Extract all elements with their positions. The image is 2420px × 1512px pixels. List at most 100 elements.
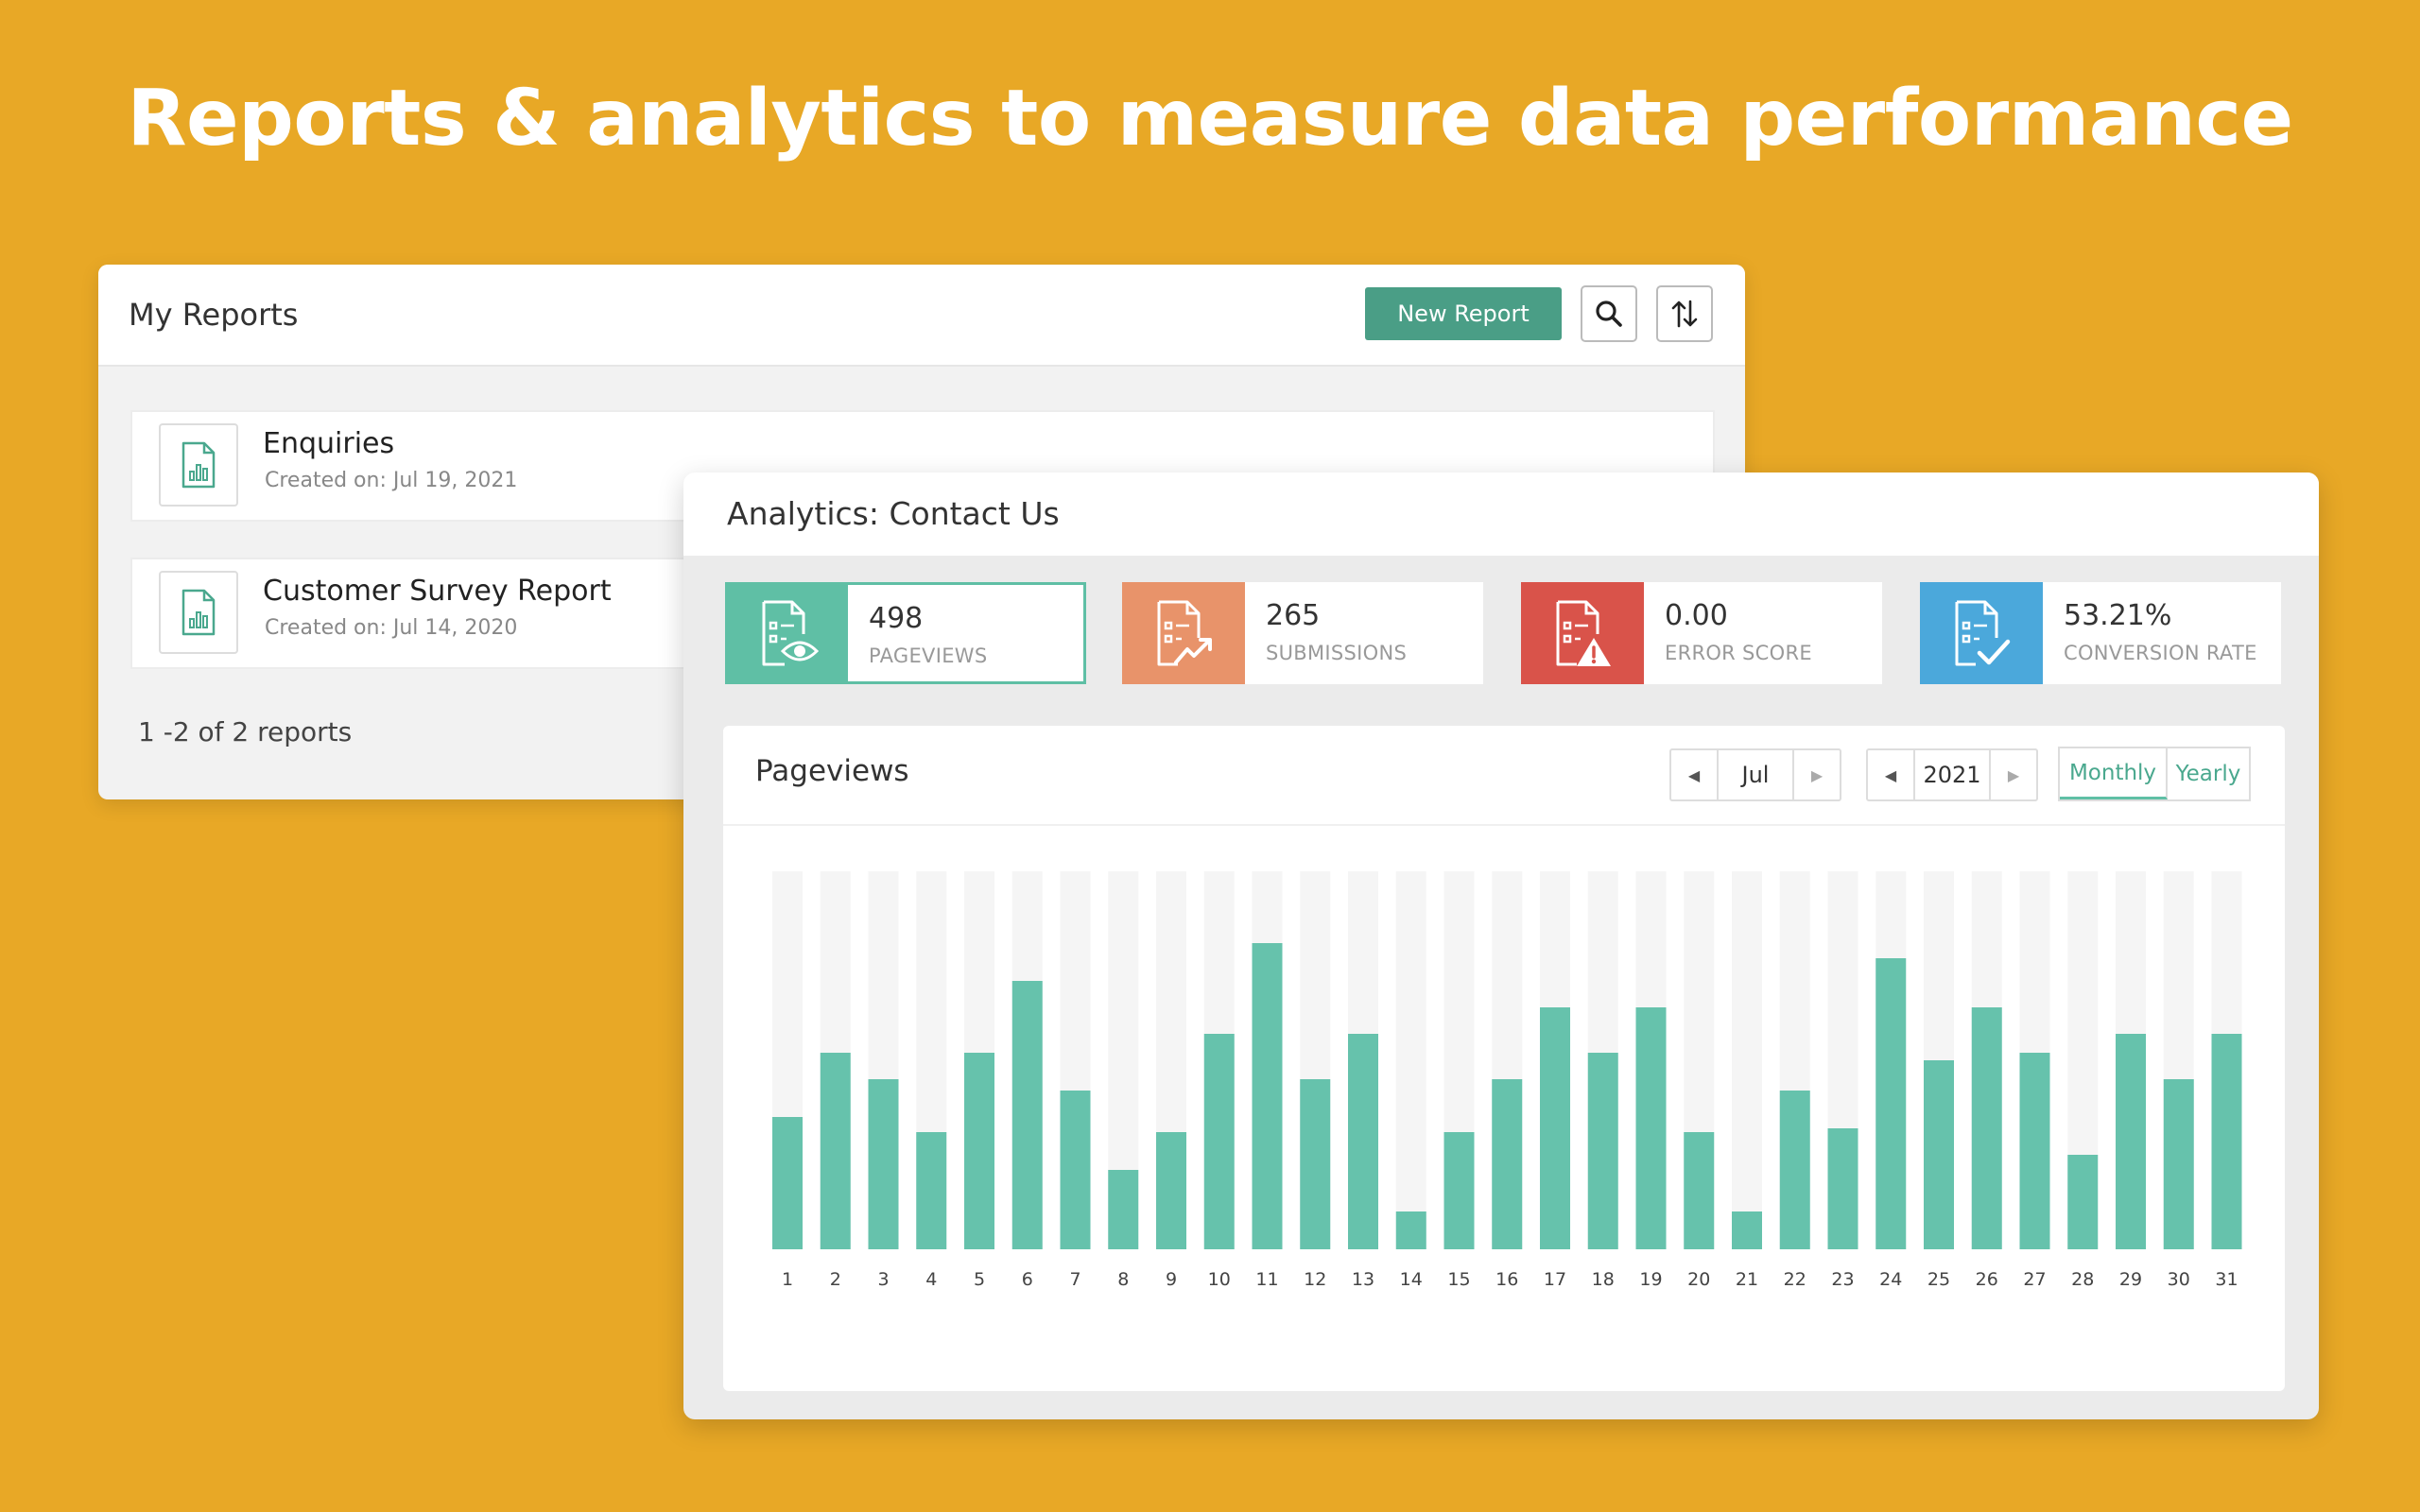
x-tick-label: 17 [1544,1269,1566,1290]
x-tick-label: 16 [1495,1269,1518,1290]
x-tick-label: 9 [1166,1269,1177,1290]
caret-right-icon: ▶ [2007,765,2020,784]
x-tick-label: 1 [782,1269,793,1290]
chart-bar[interactable] [1492,1079,1523,1249]
stat-value: 0.00 [1665,599,1728,632]
chart-bar[interactable] [916,1132,947,1249]
report-name: Customer Survey Report [263,575,612,608]
chart-bar[interactable] [1060,1091,1091,1249]
x-tick-label: 31 [2215,1269,2238,1290]
yearly-toggle[interactable]: Yearly [2168,748,2249,799]
chart-bar[interactable] [1300,1079,1331,1249]
search-button[interactable] [1581,285,1637,342]
chart-bar[interactable] [1876,958,1907,1249]
monthly-toggle[interactable]: Monthly [2060,748,2168,799]
report-file-icon [159,571,238,654]
x-tick-label: 18 [1592,1269,1615,1290]
document-warning-icon [1521,582,1644,684]
chart-bar[interactable] [1540,1007,1570,1249]
chart-title: Pageviews [755,754,909,788]
x-tick-label: 25 [1927,1269,1950,1290]
x-tick-label: 21 [1736,1269,1758,1290]
new-report-button[interactable]: New Report [1365,287,1562,340]
x-tick-label: 6 [1022,1269,1033,1290]
chart-bar[interactable] [1395,1211,1426,1249]
caret-right-icon: ▶ [1810,765,1824,784]
prev-year-button[interactable]: ◀ [1868,750,1915,799]
chart-bar[interactable] [2116,1034,2146,1249]
pageviews-chart-card: Pageviews ◀ Jul ▶ ◀ 2021 ▶ Monthly Yearl… [723,726,2285,1391]
my-reports-header: My Reports New Report [98,265,1745,367]
report-file-icon [159,423,238,507]
chart-bar[interactable] [1011,981,1043,1249]
chart-bar[interactable] [1108,1170,1139,1249]
report-name: Enquiries [263,427,395,460]
x-tick-label: 4 [925,1269,937,1290]
stat-card-error-score[interactable]: 0.00 ERROR SCORE [1521,582,1882,684]
chart-header: Pageviews ◀ Jul ▶ ◀ 2021 ▶ Monthly Yearl… [723,726,2285,826]
sort-button[interactable] [1656,285,1713,342]
chart-bar[interactable] [1443,1132,1475,1249]
chart-bar[interactable] [2067,1155,2099,1249]
year-value: 2021 [1923,762,1981,788]
month-value: Jul [1741,762,1770,788]
page-headline: Reports & analytics to measure data perf… [127,74,2293,163]
report-created-date: Created on: Jul 19, 2021 [265,469,518,492]
chart-bar[interactable] [1635,1007,1667,1249]
pageviews-bar-chart: 1 2 3 4 5 6 7 8 9 10 11 12 13 14 15 16 17 18 19 20 21 22 23 24 2… [772,871,2242,1290]
x-tick-label: 30 [2168,1269,2190,1290]
x-tick-label: 26 [1976,1269,1998,1290]
report-count: 1 -2 of 2 reports [138,716,353,747]
year-pager: ◀ 2021 ▶ [1866,748,2038,801]
x-tick-label: 15 [1447,1269,1470,1290]
chart-bar[interactable] [2019,1053,2050,1249]
chart-bar[interactable] [772,1117,803,1249]
my-reports-title: My Reports [129,297,299,333]
stat-card-pageviews[interactable]: 498 PAGEVIEWS [725,582,1086,684]
x-tick-label: 7 [1069,1269,1080,1290]
stat-label: SUBMISSIONS [1266,642,1408,664]
chart-bar[interactable] [1827,1128,1858,1249]
chart-bar[interactable] [1587,1053,1618,1249]
chart-bar[interactable] [1924,1060,1954,1249]
chart-bar[interactable] [2163,1079,2194,1249]
bar-track [1395,871,1426,1249]
analytics-panel: Analytics: Contact Us 498 PAGEVIEWS 265 … [683,472,2319,1419]
chart-bar[interactable] [2211,1034,2242,1249]
x-tick-label: 20 [1687,1269,1710,1290]
chart-bar[interactable] [1203,1034,1235,1249]
stat-card-conversion-rate[interactable]: 53.21% CONVERSION RATE [1920,582,2281,684]
search-icon [1596,301,1622,327]
x-tick-label: 11 [1255,1269,1278,1290]
x-tick-label: 10 [1208,1269,1231,1290]
report-created-date: Created on: Jul 14, 2020 [265,616,518,640]
chart-bar[interactable] [1971,1007,2002,1249]
x-tick-label: 29 [2119,1269,2142,1290]
stat-card-submissions[interactable]: 265 SUBMISSIONS [1122,582,1483,684]
chart-bar[interactable] [1156,1132,1186,1249]
x-tick-label: 12 [1304,1269,1326,1290]
chart-bar[interactable] [1348,1034,1378,1249]
x-tick-label: 14 [1400,1269,1423,1290]
view-toggle: Monthly Yearly [2058,747,2251,801]
analytics-header: Analytics: Contact Us [683,472,2319,556]
x-tick-label: 28 [2071,1269,2094,1290]
x-tick-label: 19 [1639,1269,1662,1290]
chart-bar[interactable] [964,1053,994,1249]
chart-bar[interactable] [820,1053,851,1249]
next-year-button[interactable]: ▶ [1989,750,2036,799]
chart-bar[interactable] [1252,943,1283,1249]
x-tick-label: 2 [830,1269,841,1290]
prev-month-button[interactable]: ◀ [1671,750,1719,799]
x-tick-label: 5 [974,1269,985,1290]
next-month-button[interactable]: ▶ [1792,750,1840,799]
chart-bar[interactable] [868,1079,899,1249]
x-tick-label: 23 [1831,1269,1854,1290]
analytics-title: Analytics: Contact Us [727,495,1060,532]
caret-left-icon: ◀ [1687,765,1701,784]
chart-bar[interactable] [1684,1132,1715,1249]
chart-bar[interactable] [1779,1091,1810,1249]
document-eye-icon [728,585,848,681]
stat-label: ERROR SCORE [1665,642,1812,664]
chart-bar[interactable] [1732,1211,1762,1249]
